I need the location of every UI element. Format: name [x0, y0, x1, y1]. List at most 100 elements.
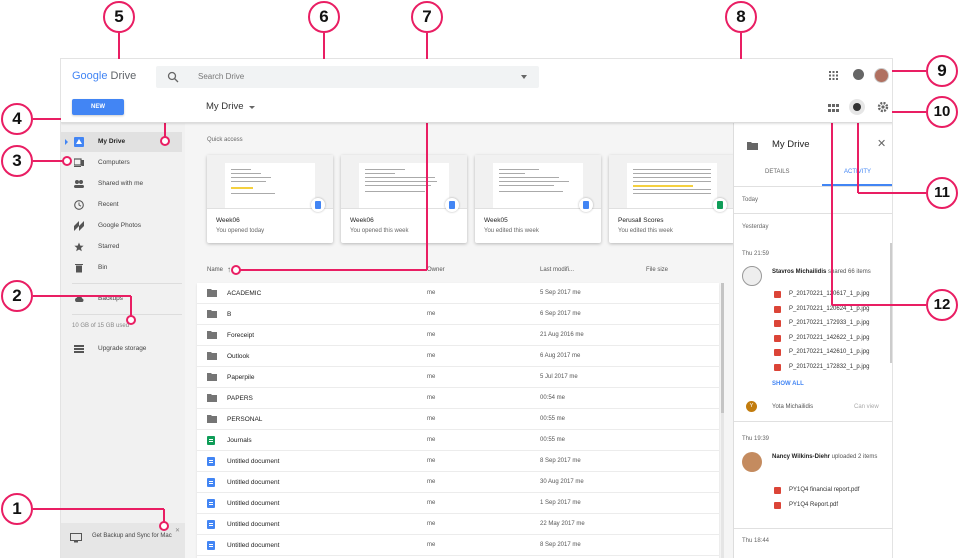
docs-icon [207, 478, 217, 487]
search-bar[interactable]: Search Drive [156, 66, 539, 88]
file-name: P_20170221_120617_1_p.jpg [789, 291, 870, 297]
file-name: P_20170221_120624_1_p.jpg [789, 305, 870, 312]
avatar [742, 266, 762, 286]
storage-usage: 10 GB of 15 GB used [72, 323, 130, 329]
file-owner: me [427, 500, 436, 506]
column-last-modified[interactable]: Last modifi... [540, 267, 574, 273]
sidebar-item-starred[interactable]: Starred [61, 237, 182, 257]
card-title: Week05 [484, 217, 508, 224]
table-row[interactable]: Outlook me 6 Aug 2017 me [197, 346, 719, 367]
quick-access-card[interactable]: Perusall Scores You edited this week [609, 155, 735, 243]
table-row[interactable]: Untitled document me 30 Aug 2017 me [197, 472, 719, 493]
folder-icon [207, 310, 217, 318]
table-row[interactable]: Journals me 00:55 me [197, 430, 719, 451]
quick-access-card[interactable]: Week06 You opened today [207, 155, 333, 243]
quick-access-card[interactable]: Week05 You edited this week [475, 155, 601, 243]
sidebar-item-recent[interactable]: Recent [61, 195, 182, 215]
activity-action: uploaded 2 items [829, 454, 878, 460]
info-icon[interactable] [849, 99, 865, 115]
panel-divider [734, 186, 892, 187]
docs-icon [311, 198, 325, 212]
scrollbar[interactable] [890, 243, 892, 363]
activity-time: Thu 19:39 [742, 436, 770, 442]
column-owner[interactable]: Owner [427, 267, 445, 273]
folder-icon [207, 415, 217, 423]
sidebar-item-label: Upgrade storage [98, 345, 147, 352]
file-name: Paperpile [227, 374, 255, 381]
chevron-down-icon[interactable] [249, 106, 255, 109]
sidebar: My Drive Computers Shared with me Recent… [61, 123, 185, 558]
table-row[interactable]: Paperpile me 5 Jul 2017 me [197, 367, 719, 388]
callout-line [33, 295, 131, 297]
sidebar-item-computers[interactable]: Computers [61, 153, 182, 173]
expand-arrow-icon[interactable] [65, 139, 68, 145]
details-panel: My Drive ✕ DETAILS ACTIVITY Today Yester… [733, 123, 892, 558]
callout-dot [160, 136, 170, 146]
column-file-size[interactable]: File size [646, 267, 668, 273]
callout-number: 1 [1, 493, 33, 525]
quick-access-card[interactable]: Week06 You opened this week [341, 155, 467, 243]
search-options-icon[interactable] [521, 75, 527, 79]
avatar [742, 452, 762, 472]
file-modified: 5 Jul 2017 me [540, 374, 578, 380]
sidebar-item-bin[interactable]: Bin [61, 258, 182, 278]
table-row[interactable]: Untitled document me 8 Sep 2017 me [197, 535, 719, 556]
google-drive-logo[interactable]: Google Drive [72, 70, 136, 82]
image-icon [774, 305, 781, 313]
tab-details[interactable]: DETAILS [765, 169, 790, 175]
close-icon[interactable]: ✕ [877, 137, 886, 150]
upgrade-storage-link[interactable]: Upgrade storage [61, 339, 182, 359]
card-subtitle: You opened this week [350, 228, 409, 234]
table-row[interactable]: Bme 6 Sep 2017 me [197, 304, 719, 325]
image-icon [774, 291, 781, 298]
trash-icon [75, 264, 83, 273]
callout-dot [126, 315, 136, 325]
callout-dot [231, 265, 241, 275]
apps-grid-icon[interactable] [829, 71, 838, 80]
logo-drive: Drive [110, 70, 137, 82]
table-row[interactable]: ACADEMIC me 5 Sep 2017 me [197, 283, 719, 304]
table-row[interactable]: PERSONAL me 00:55 me [197, 409, 719, 430]
file-name: Untitled document [227, 521, 280, 528]
folder-icon [207, 373, 217, 381]
activity-text: Stavros Michailidis shared 66 items [772, 267, 884, 277]
activity-time: Thu 18:44 [742, 538, 770, 544]
file-owner: me [427, 521, 436, 527]
new-button[interactable]: NEW [72, 99, 124, 115]
close-icon[interactable]: ✕ [175, 527, 180, 534]
table-row[interactable]: Untitled document me 8 Sep 2017 me [197, 451, 719, 472]
image-icon [774, 334, 781, 342]
folder-icon [747, 142, 758, 150]
card-subtitle: You opened today [216, 228, 265, 234]
activity-actor: Stavros Michailidis [772, 269, 827, 275]
grid-view-icon[interactable] [827, 102, 839, 114]
table-row[interactable]: PAPERS me 00:54 me [197, 388, 719, 409]
sidebar-item-shared[interactable]: Shared with me [61, 174, 182, 194]
sort-by-name[interactable]: Name [207, 267, 223, 273]
search-input[interactable]: Search Drive [198, 72, 244, 81]
file-name: Untitled document [227, 458, 280, 465]
show-all-link[interactable]: SHOW ALL [772, 381, 804, 387]
pdf-icon [774, 501, 781, 509]
file-name: Untitled document [227, 500, 280, 507]
people-icon [74, 180, 84, 188]
callout-number: 11 [926, 177, 958, 209]
notifications-icon[interactable] [853, 69, 864, 80]
file-name: P_20170221_142610_1_p.jpg [789, 349, 870, 355]
file-modified: 00:54 me [540, 395, 566, 401]
sidebar-item-label: Shared with me [98, 180, 144, 187]
image-icon [774, 349, 781, 356]
sidebar-item-photos[interactable]: Google Photos [61, 216, 182, 236]
docs-icon [207, 457, 217, 466]
table-row[interactable]: Foreceipt me 21 Aug 2016 me [197, 325, 719, 346]
file-name: B [227, 311, 232, 318]
account-avatar[interactable] [874, 68, 889, 83]
panel-divider [734, 213, 892, 214]
scrollbar[interactable] [721, 283, 724, 558]
gear-icon[interactable] [877, 101, 889, 113]
table-row[interactable]: Untitled document me 22 May 2017 me [197, 514, 719, 535]
breadcrumb[interactable]: My Drive [206, 101, 243, 112]
file-modified: 00:55 me [540, 437, 566, 443]
sidebar-item-backups[interactable]: Backups [61, 289, 182, 309]
table-row[interactable]: Untitled document me 1 Sep 2017 me [197, 493, 719, 514]
